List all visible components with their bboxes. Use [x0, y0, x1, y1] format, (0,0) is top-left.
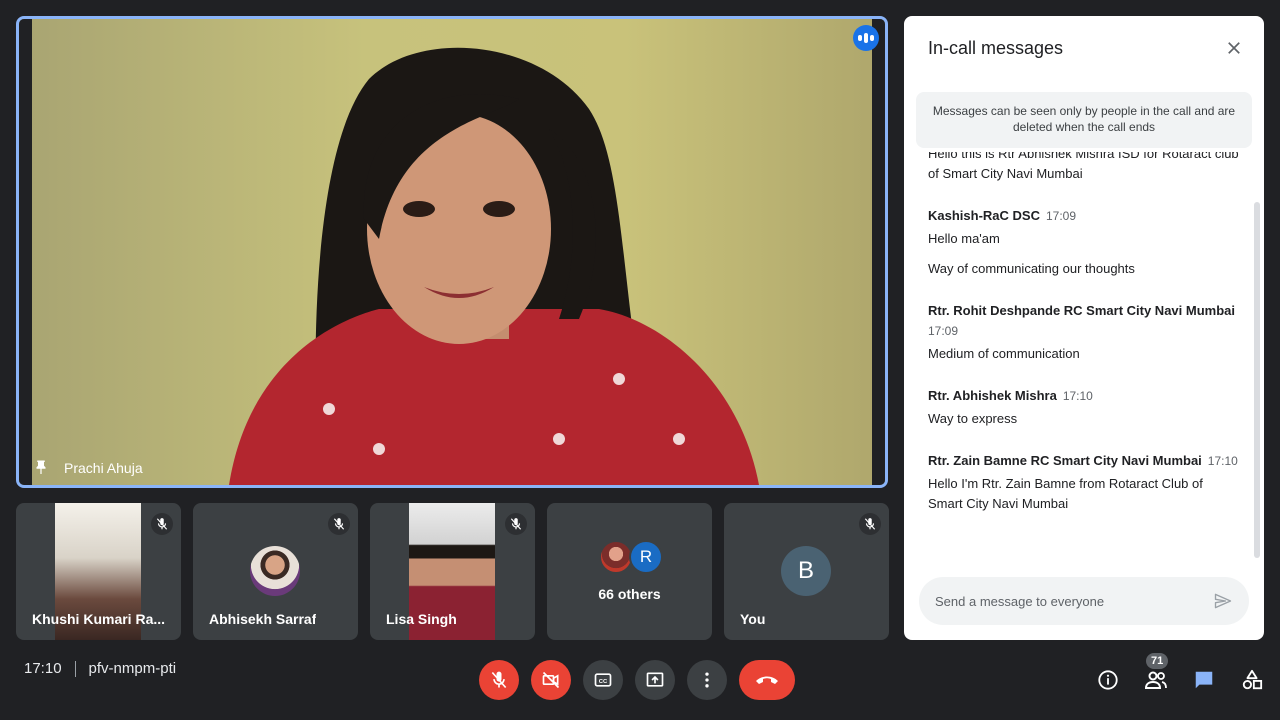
more-options-button[interactable] — [687, 660, 727, 700]
message-time: 17:10 — [1062, 389, 1093, 403]
mic-off-icon — [505, 513, 527, 535]
message-text: Hello ma'am — [928, 231, 1000, 246]
others-avatars: R — [599, 540, 663, 574]
camera-off-icon — [542, 671, 560, 689]
chat-scrollbar[interactable] — [1254, 202, 1260, 558]
call-controls: CC — [479, 660, 795, 700]
mic-toggle-button[interactable] — [479, 660, 519, 700]
meeting-code: pfv-nmpm-pti — [88, 660, 177, 677]
mic-off-icon — [859, 513, 881, 535]
avatar — [599, 540, 633, 574]
self-tile[interactable]: B You — [724, 503, 889, 640]
call-end-icon — [756, 676, 778, 684]
info-icon — [1098, 670, 1118, 690]
pin-icon[interactable] — [32, 459, 50, 477]
message-header: Rtr. Zain Bamne RC Smart City Navi Mumba… — [928, 451, 1240, 471]
chat-notice: Messages can be seen only by people in t… — [916, 92, 1252, 148]
avatar: R — [629, 540, 663, 574]
chat-button[interactable] — [1192, 660, 1216, 700]
others-tile[interactable]: R 66 others — [547, 503, 712, 640]
main-speaker-name: Prachi Ahuja — [64, 460, 143, 476]
message-text: Hello I'm Rtr. Zain Bamne from Rotaract … — [928, 476, 1203, 511]
chat-input-box — [919, 577, 1249, 625]
speaker-figure — [229, 47, 759, 485]
chat-icon — [1195, 671, 1213, 689]
mic-off-icon — [328, 513, 350, 535]
participant-name: Lisa Singh — [386, 611, 457, 627]
chat-message: Rtr. Abhishek Mishra 17:10 Way to express — [928, 386, 1240, 429]
captions-button[interactable]: CC — [583, 660, 623, 700]
message-sender: Kashish-RaC DSC — [928, 208, 1040, 223]
message-header: Rtr. Abhishek Mishra 17:10 — [928, 386, 1240, 406]
bottom-bar: 17:10 pfv-nmpm-pti CC 71 — [0, 640, 1280, 720]
present-screen-icon — [646, 672, 664, 687]
chat-panel: In-call messages Messages can be seen on… — [904, 16, 1264, 640]
chat-message: Rtr. Rohit Deshpande RC Smart City Navi … — [928, 301, 1240, 364]
meeting-details-button[interactable] — [1096, 660, 1120, 700]
participant-tile[interactable]: Abhisekh Sarraf — [193, 503, 358, 640]
message-time: 17:09 — [928, 324, 959, 338]
video-letterbox-left — [19, 19, 32, 485]
avatar — [250, 546, 300, 596]
send-icon[interactable] — [1211, 589, 1235, 613]
message-text: Hello this is Rtr Abhishek Mishra ISD fo… — [928, 152, 1239, 181]
speaking-indicator-icon — [853, 25, 879, 51]
video-letterbox-right — [872, 19, 885, 485]
others-count: 66 others — [598, 586, 661, 602]
chat-message: Hello this is Rtr Abhishek Mishra ISD fo… — [928, 152, 1240, 184]
message-sender: Rtr. Zain Bamne RC Smart City Navi Mumba… — [928, 453, 1202, 468]
meeting-info: 17:10 pfv-nmpm-pti — [24, 660, 176, 677]
main-speaker-label: Prachi Ahuja — [32, 459, 143, 477]
chat-title: In-call messages — [928, 38, 1064, 58]
activities-button[interactable] — [1240, 660, 1264, 700]
leave-call-button[interactable] — [739, 660, 795, 700]
participant-name: You — [740, 611, 766, 627]
chat-message: Kashish-RaC DSC 17:09 Hello ma'am Way of … — [928, 206, 1240, 279]
svg-text:CC: CC — [599, 679, 608, 685]
participant-name: Abhisekh Sarraf — [209, 611, 317, 627]
mic-off-icon — [151, 513, 173, 535]
message-text: Medium of communication — [928, 346, 1080, 361]
activities-icon — [1242, 669, 1263, 690]
close-icon[interactable] — [1222, 36, 1246, 60]
divider — [74, 660, 76, 677]
message-header: Kashish-RaC DSC 17:09 — [928, 206, 1240, 226]
chat-message-input[interactable] — [935, 593, 1211, 609]
more-vert-icon — [705, 672, 709, 688]
participant-tile[interactable]: Khushi Kumari Ra... — [16, 503, 181, 640]
camera-toggle-button[interactable] — [531, 660, 571, 700]
message-text: Way to express — [928, 411, 1018, 426]
present-button[interactable] — [635, 660, 675, 700]
avatar: B — [781, 546, 831, 596]
message-sender: Rtr. Abhishek Mishra — [928, 388, 1057, 403]
main-speaker-video[interactable]: Prachi Ahuja — [16, 16, 888, 488]
mic-off-icon — [491, 671, 507, 689]
message-time: 17:10 — [1207, 454, 1238, 468]
participant-tile[interactable]: Lisa Singh — [370, 503, 535, 640]
people-icon — [1144, 671, 1167, 689]
message-text: Way of communicating our thoughts — [928, 261, 1135, 276]
chat-message: Rtr. Zain Bamne RC Smart City Navi Mumba… — [928, 451, 1240, 514]
participant-count-badge: 71 — [1146, 653, 1169, 669]
clock-time: 17:10 — [24, 660, 62, 677]
participant-name: Khushi Kumari Ra... — [32, 611, 166, 627]
message-sender: Rtr. Rohit Deshpande RC Smart City Navi … — [928, 303, 1235, 318]
message-header: Rtr. Rohit Deshpande RC Smart City Navi … — [928, 301, 1240, 341]
chat-message-list[interactable]: Hello this is Rtr Abhishek Mishra ISD fo… — [904, 152, 1264, 560]
people-button[interactable]: 71 — [1144, 653, 1169, 700]
message-time: 17:09 — [1045, 209, 1076, 223]
captions-icon: CC — [594, 673, 612, 687]
side-controls: 71 — [1096, 653, 1264, 700]
